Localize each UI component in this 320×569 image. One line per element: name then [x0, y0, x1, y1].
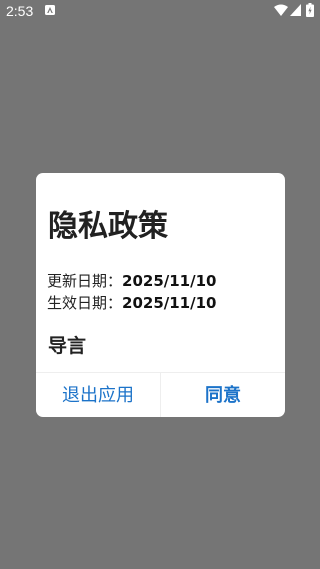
wifi-icon	[274, 4, 288, 16]
dialog-title: 隐私政策	[48, 209, 168, 244]
dialog-button-row: 退出应用 同意	[36, 372, 285, 417]
agree-button[interactable]: 同意	[161, 373, 285, 417]
policy-content-scroll[interactable]: 导言	[36, 323, 285, 371]
cell-signal-icon	[290, 4, 301, 16]
updated-date-line: 更新日期：2025/11/10	[47, 271, 216, 291]
effective-date-line: 生效日期：2025/11/10	[47, 293, 216, 313]
status-time: 2:53	[6, 3, 34, 19]
updated-date-value: 2025/11/10	[122, 272, 217, 290]
privacy-policy-dialog: 隐私政策 更新日期：2025/11/10 生效日期：2025/11/10 导言 …	[36, 173, 285, 417]
effective-date-label: 生效日期：	[47, 294, 123, 312]
battery-icon	[306, 3, 314, 17]
effective-date-value: 2025/11/10	[122, 294, 217, 312]
section-heading-intro: 导言	[48, 335, 87, 357]
app-notification-icon	[45, 5, 55, 15]
exit-app-button[interactable]: 退出应用	[36, 373, 161, 417]
updated-date-label: 更新日期：	[47, 272, 123, 290]
status-bar: 2:53	[0, 0, 320, 22]
